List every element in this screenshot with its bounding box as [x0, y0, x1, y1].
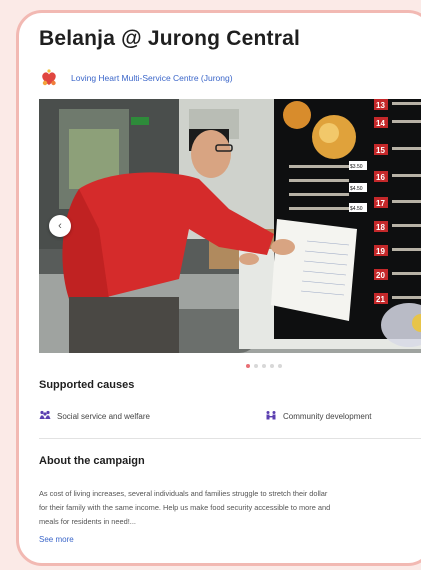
menu-number: 20 — [376, 271, 385, 280]
cause-item: Social service and welfare — [39, 407, 150, 425]
menu-price: $3.50 — [350, 164, 363, 170]
organizer-row[interactable]: Loving Heart Multi-Service Centre (Juron… — [39, 68, 233, 88]
organizer-link[interactable]: Loving Heart Multi-Service Centre (Juron… — [71, 73, 233, 83]
menu-number: 17 — [376, 199, 385, 208]
menu-number: 18 — [376, 223, 385, 232]
cause-label: Social service and welfare — [57, 411, 150, 421]
menu-number: 16 — [376, 173, 385, 182]
cause-label: Community development — [283, 411, 372, 421]
campaign-photo: 13 14 15 16 17 18 19 20 21 $3.50 $4.50 $… — [39, 99, 421, 353]
menu-price: $4.50 — [350, 186, 363, 192]
menu-number: 15 — [376, 146, 385, 155]
carousel-prev-button[interactable]: ‹ — [49, 215, 71, 237]
about-line: As cost of living increases, several ind… — [39, 489, 328, 498]
carousel-dot[interactable] — [278, 364, 282, 368]
community-icon — [265, 407, 277, 425]
chevron-left-icon: ‹ — [58, 220, 62, 232]
organizer-logo — [39, 68, 59, 88]
about-line: meals for residents in need!... — [39, 517, 136, 526]
about-line: for their family with the same income. H… — [39, 503, 331, 512]
menu-number: 19 — [376, 247, 385, 256]
people-icon — [39, 407, 51, 425]
carousel-dot[interactable] — [270, 364, 274, 368]
carousel-indicator — [246, 364, 282, 368]
carousel-dot[interactable] — [262, 364, 266, 368]
menu-price: $4.50 — [350, 206, 363, 212]
menu-number: 13 — [376, 101, 385, 110]
menu-number: 14 — [376, 119, 385, 128]
about-text: As cost of living increases, several ind… — [39, 487, 421, 529]
carousel-dot[interactable] — [246, 364, 250, 368]
campaign-card: Belanja @ Jurong Central Loving Heart Mu… — [16, 10, 421, 566]
menu-number: 21 — [376, 295, 385, 304]
cause-item: Community development — [265, 407, 371, 425]
section-divider — [39, 438, 421, 439]
campaign-title: Belanja @ Jurong Central — [39, 27, 300, 50]
about-heading: About the campaign — [39, 455, 145, 467]
see-more-link[interactable]: See more — [39, 535, 74, 544]
carousel-dot[interactable] — [254, 364, 258, 368]
supported-causes-heading: Supported causes — [39, 379, 135, 391]
